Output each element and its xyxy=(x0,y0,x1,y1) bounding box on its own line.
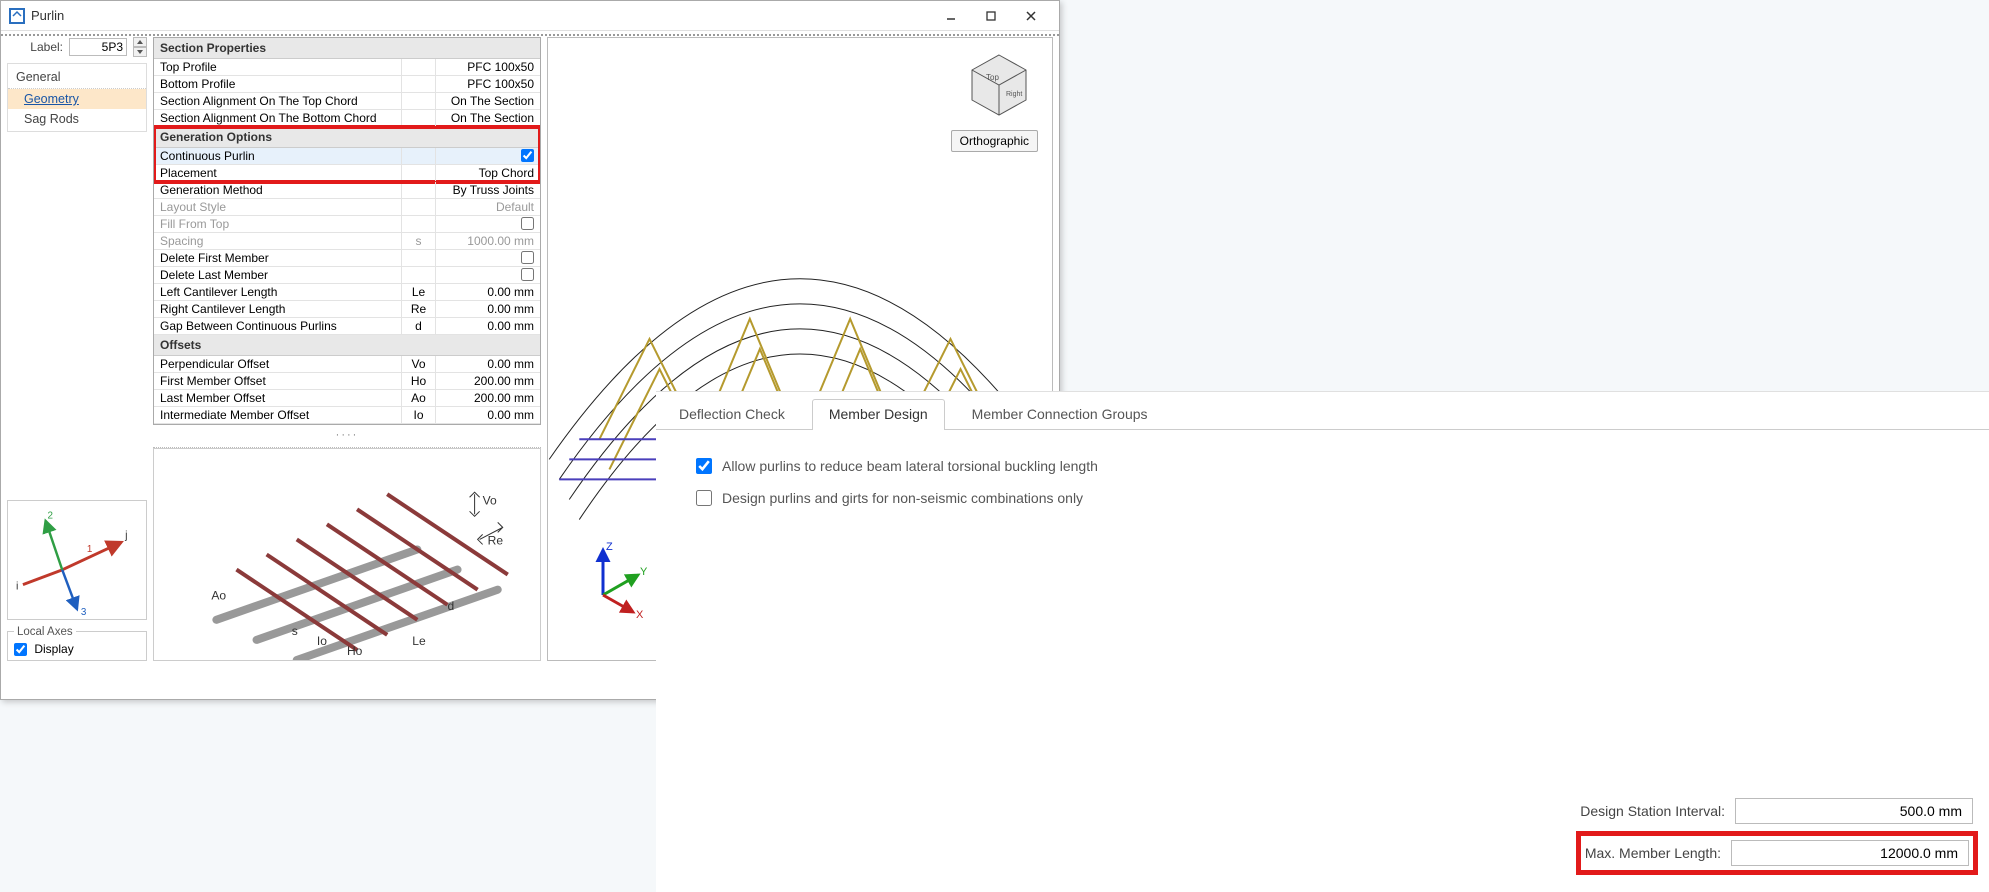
splitter-handle[interactable]: ···· xyxy=(153,425,541,448)
view-cube[interactable]: Top Right xyxy=(964,50,1034,120)
allow-purlins-checkbox-row[interactable]: Allow purlins to reduce beam lateral tor… xyxy=(696,458,1949,474)
titlebar: Purlin xyxy=(1,1,1059,31)
svg-text:Top: Top xyxy=(986,73,999,82)
row-continuous-purlin[interactable]: Continuous Purlin xyxy=(154,148,540,165)
svg-text:d: d xyxy=(447,599,454,613)
separator xyxy=(1,34,1059,36)
svg-text:Vo: Vo xyxy=(483,493,497,507)
display-checkbox[interactable] xyxy=(14,643,27,656)
window-title: Purlin xyxy=(31,8,64,23)
row-delete-first[interactable]: Delete First Member xyxy=(154,250,540,267)
row-bottom-profile[interactable]: Bottom ProfilePFC 100x50 xyxy=(154,76,540,93)
design-station-input[interactable] xyxy=(1735,798,1973,824)
gen-options-header: Generation Options xyxy=(154,127,540,148)
svg-text:Io: Io xyxy=(317,634,327,648)
label-input[interactable] xyxy=(69,38,127,56)
tab-member-design[interactable]: Member Design xyxy=(812,399,945,430)
row-right-cant[interactable]: Right Cantilever LengthRe0.00 mm xyxy=(154,301,540,318)
row-fill-from-top[interactable]: Fill From Top xyxy=(154,216,540,233)
projection-mode-button[interactable]: Orthographic xyxy=(951,130,1038,152)
continuous-purlin-checkbox[interactable] xyxy=(521,149,534,162)
non-seismic-checkbox[interactable] xyxy=(696,490,712,506)
row-left-cant[interactable]: Left Cantilever LengthLe0.00 mm xyxy=(154,284,540,301)
delete-last-checkbox[interactable] xyxy=(521,268,534,281)
svg-text:X: X xyxy=(636,609,644,620)
fill-from-top-checkbox[interactable] xyxy=(521,217,534,230)
property-grid: Section Properties Top ProfilePFC 100x50… xyxy=(153,37,541,425)
label-spinner[interactable] xyxy=(133,37,147,57)
svg-text:Re: Re xyxy=(488,533,504,547)
row-ho[interactable]: First Member OffsetHo200.00 mm xyxy=(154,373,540,390)
row-align-top[interactable]: Section Alignment On The Top ChordOn The… xyxy=(154,93,540,110)
offsets-header: Offsets xyxy=(154,335,540,356)
row-spacing[interactable]: Spacings1000.00 mm xyxy=(154,233,540,250)
svg-text:i: i xyxy=(16,580,18,592)
spinner-up[interactable] xyxy=(133,37,147,47)
axes-preview: j i 1 2 3 xyxy=(7,500,147,620)
row-placement[interactable]: PlacementTop Chord xyxy=(154,165,540,182)
close-button[interactable] xyxy=(1011,2,1051,30)
row-ao[interactable]: Last Member OffsetAo200.00 mm xyxy=(154,390,540,407)
svg-text:s: s xyxy=(292,624,298,638)
local-axes-legend: Local Axes xyxy=(14,626,76,638)
svg-text:Y: Y xyxy=(640,566,648,578)
row-vo[interactable]: Perpendicular OffsetVo0.00 mm xyxy=(154,356,540,373)
design-station-field: Design Station Interval: xyxy=(1580,798,1973,824)
svg-text:Right: Right xyxy=(1006,91,1022,98)
tab-connection-groups[interactable]: Member Connection Groups xyxy=(955,399,1165,430)
section-props-header: Section Properties xyxy=(154,38,540,59)
row-gap[interactable]: Gap Between Continuous Purlinsd0.00 mm xyxy=(154,318,540,335)
tabs-row: Deflection Check Member Design Member Co… xyxy=(656,392,1989,430)
local-axes-fieldset: Local Axes Display xyxy=(7,626,147,661)
max-member-length-highlight: Max. Member Length: xyxy=(1581,836,1973,870)
nav-item-geometry[interactable]: Geometry xyxy=(8,89,146,109)
row-layout-style[interactable]: Layout StyleDefault xyxy=(154,199,540,216)
row-io[interactable]: Intermediate Member OffsetIo0.00 mm xyxy=(154,407,540,424)
row-delete-last[interactable]: Delete Last Member xyxy=(154,267,540,284)
svg-text:Ho: Ho xyxy=(347,644,363,658)
nav-section: General Geometry Sag Rods xyxy=(7,63,147,132)
row-top-profile[interactable]: Top ProfilePFC 100x50 xyxy=(154,59,540,76)
max-member-length-input[interactable] xyxy=(1731,840,1969,866)
coordinate-triad: Z Y X xyxy=(578,540,658,620)
svg-text:Z: Z xyxy=(606,541,613,553)
tab-deflection-check[interactable]: Deflection Check xyxy=(662,399,802,430)
nav-header: General xyxy=(8,66,146,89)
spinner-down[interactable] xyxy=(133,47,147,57)
svg-text:Le: Le xyxy=(412,634,426,648)
row-align-bottom[interactable]: Section Alignment On The Bottom ChordOn … xyxy=(154,110,540,127)
svg-text:j: j xyxy=(124,529,127,541)
label-field-row: Label: xyxy=(7,37,147,57)
maximize-button[interactable] xyxy=(971,2,1011,30)
svg-text:3: 3 xyxy=(81,607,87,618)
design-settings-panel: Deflection Check Member Design Member Co… xyxy=(656,391,1989,892)
design-station-label: Design Station Interval: xyxy=(1580,803,1725,819)
allow-purlins-checkbox[interactable] xyxy=(696,458,712,474)
svg-text:Ao: Ao xyxy=(211,589,226,603)
app-icon xyxy=(9,8,25,24)
generation-options-highlight: Generation Options Continuous Purlin Pla… xyxy=(154,127,540,182)
non-seismic-checkbox-row[interactable]: Design purlins and girts for non-seismic… xyxy=(696,490,1949,506)
delete-first-checkbox[interactable] xyxy=(521,251,534,264)
display-checkbox-label[interactable]: Display xyxy=(14,642,74,656)
schematic-preview: Vo Re Ao s Io d Ho Le xyxy=(153,448,541,661)
max-member-length-label: Max. Member Length: xyxy=(1585,845,1721,861)
svg-text:1: 1 xyxy=(87,544,92,555)
minimize-button[interactable] xyxy=(931,2,971,30)
row-gen-method[interactable]: Generation MethodBy Truss Joints xyxy=(154,182,540,199)
svg-text:2: 2 xyxy=(48,510,53,521)
label-caption: Label: xyxy=(30,40,63,54)
nav-item-sag-rods[interactable]: Sag Rods xyxy=(8,109,146,129)
